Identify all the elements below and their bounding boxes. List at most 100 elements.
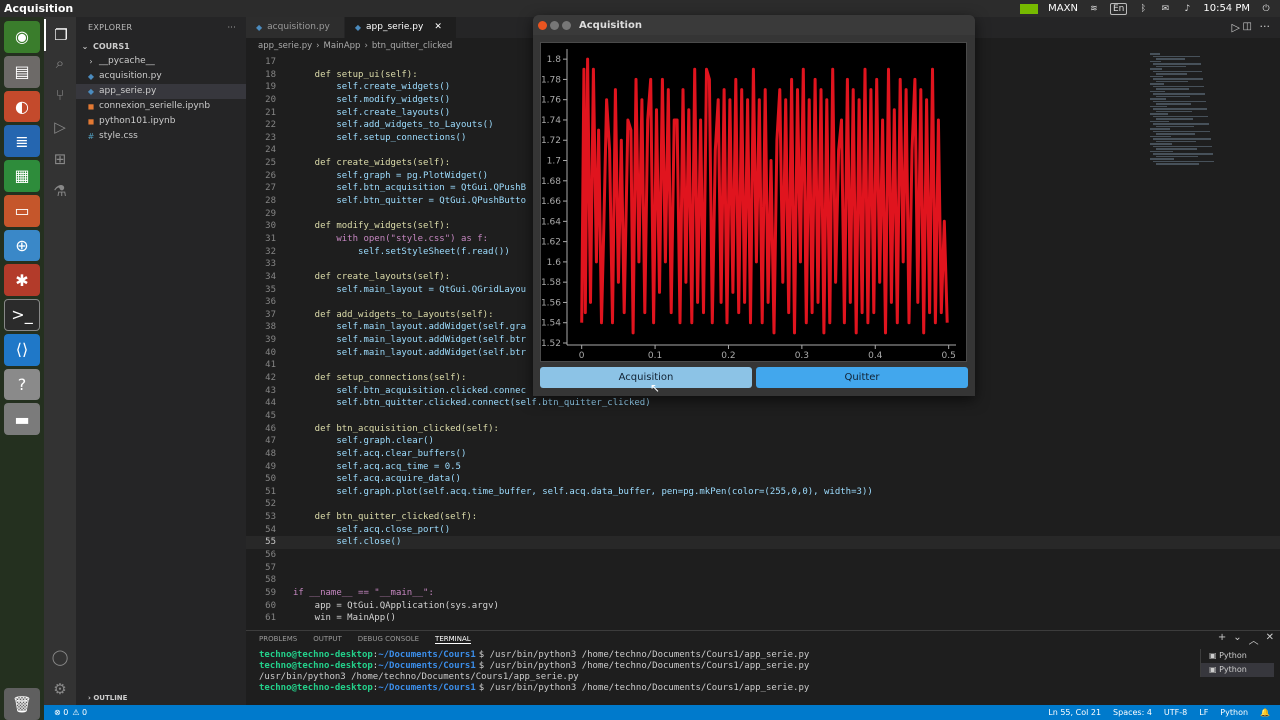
more-actions-icon[interactable]: ··· bbox=[1260, 20, 1271, 33]
account-icon[interactable]: ◯ bbox=[44, 641, 76, 673]
code-line[interactable]: 49 self.acq.acq_time = 0.5 bbox=[246, 461, 1280, 474]
line-number: 33 bbox=[265, 259, 276, 270]
firefox-icon[interactable]: ◐ bbox=[4, 90, 40, 123]
impress-icon[interactable]: ▭ bbox=[4, 194, 40, 227]
more-actions-icon[interactable]: ··· bbox=[227, 17, 236, 39]
file-tree-item[interactable]: ◆ app_serie.py bbox=[76, 84, 246, 99]
bluetooth-icon[interactable]: ᛒ bbox=[1137, 3, 1149, 15]
code-line[interactable]: 60 app = QtGui.QApplication(sys.argv) bbox=[246, 600, 1280, 613]
close-tab-icon[interactable]: ✕ bbox=[434, 17, 442, 38]
files-icon[interactable]: ▤ bbox=[4, 55, 40, 88]
file-tree-item[interactable]: ◆ acquisition.py bbox=[76, 69, 246, 84]
code-line[interactable]: 61 win = MainApp() bbox=[246, 612, 1280, 625]
writer-icon[interactable]: ≣ bbox=[4, 125, 40, 157]
file-tree-item[interactable]: › __pycache__ bbox=[76, 54, 246, 69]
line-ending[interactable]: LF bbox=[1199, 708, 1208, 717]
tab-acquisition-py[interactable]: ◆ acquisition.py bbox=[246, 17, 345, 38]
code-line[interactable]: 58 bbox=[246, 574, 1280, 587]
code-line[interactable]: 56 bbox=[246, 549, 1280, 562]
code-line[interactable]: 44 self.btn_quitter.clicked.connect(self… bbox=[246, 397, 1280, 410]
cursor-position[interactable]: Ln 55, Col 21 bbox=[1048, 708, 1101, 717]
settings-icon[interactable]: ✱ bbox=[4, 264, 40, 296]
help-icon[interactable]: ? bbox=[4, 368, 40, 401]
file-tree-item[interactable]: ◼ connexion_serielle.ipynb bbox=[76, 99, 246, 114]
close-panel-icon[interactable]: ✕ bbox=[1266, 632, 1274, 647]
code-text: def modify_widgets(self): bbox=[293, 221, 451, 232]
calc-icon[interactable]: ▦ bbox=[4, 160, 40, 192]
run-debug-icon[interactable]: ▷ bbox=[44, 111, 76, 143]
tab-problems[interactable]: PROBLEMS bbox=[259, 635, 297, 643]
run-icon[interactable]: ▷ bbox=[1232, 21, 1240, 34]
breadcrumb-file[interactable]: app_serie.py bbox=[258, 38, 312, 54]
breadcrumb-class[interactable]: MainApp bbox=[324, 38, 361, 54]
wifi-icon[interactable]: ≋ bbox=[1088, 3, 1100, 15]
software-center-icon[interactable]: ⊕ bbox=[4, 229, 40, 262]
errors-count[interactable]: ⊗ 0 bbox=[54, 708, 68, 717]
code-text: self.main_layout.addWidget(self.gra bbox=[293, 322, 526, 333]
line-number: 57 bbox=[265, 562, 276, 573]
manage-gear-icon[interactable]: ⚙ bbox=[44, 673, 76, 705]
search-icon[interactable]: ⌕ bbox=[44, 47, 76, 79]
trash-icon[interactable]: 🗑 bbox=[4, 688, 40, 720]
code-line[interactable]: 48 self.acq.clear_buffers() bbox=[246, 448, 1280, 461]
code-line[interactable]: 55 self.close() bbox=[246, 536, 1280, 549]
breadcrumb-method[interactable]: btn_quitter_clicked bbox=[372, 38, 452, 54]
tab-debug-console[interactable]: DEBUG CONSOLE bbox=[358, 635, 419, 643]
line-number: 19 bbox=[265, 82, 276, 93]
terminal-command: $ /usr/bin/python3 /home/techno/Document… bbox=[478, 650, 810, 660]
outline-section[interactable]: › OUTLINE bbox=[76, 691, 246, 705]
terminal-icon[interactable]: >_ bbox=[4, 299, 40, 331]
y-tick-label: 1.56 bbox=[541, 298, 561, 308]
split-editor-icon[interactable]: ◫ bbox=[1243, 21, 1252, 32]
keyboard-layout[interactable]: En bbox=[1109, 2, 1128, 15]
file-tree-item[interactable]: ◼ python101.ipynb bbox=[76, 114, 246, 129]
drive-icon[interactable]: ▬ bbox=[4, 403, 40, 436]
quitter-button[interactable]: Quitter bbox=[756, 367, 968, 388]
acquisition-button[interactable]: Acquisition bbox=[540, 367, 752, 388]
code-line[interactable]: 47 self.graph.clear() bbox=[246, 435, 1280, 448]
code-line[interactable]: 59 if __name__ == "__main__": bbox=[246, 587, 1280, 600]
warnings-count[interactable]: ⚠ 0 bbox=[72, 708, 87, 717]
ubuntu-logo-icon[interactable]: ◉ bbox=[4, 21, 40, 53]
clock[interactable]: 10:54 PM bbox=[1203, 3, 1250, 14]
testing-icon[interactable]: ⚗ bbox=[44, 175, 76, 207]
code-line[interactable]: 57 bbox=[246, 562, 1280, 575]
vscode-icon[interactable]: ⟨⟩ bbox=[4, 333, 40, 366]
maximize-panel-icon[interactable]: ︿ bbox=[1249, 632, 1259, 647]
code-line[interactable]: 54 self.acq.close_port() bbox=[246, 524, 1280, 537]
code-line[interactable]: 46 def btn_acquisition_clicked(self): bbox=[246, 423, 1280, 436]
code-line[interactable]: 53 def btn_quitter_clicked(self): bbox=[246, 511, 1280, 524]
code-line[interactable]: 45 bbox=[246, 410, 1280, 423]
terminal-instance[interactable]: ▣ Python bbox=[1201, 663, 1274, 677]
nvidia-icon[interactable] bbox=[1020, 3, 1039, 14]
minimize-window-icon[interactable] bbox=[550, 20, 559, 30]
indentation[interactable]: Spaces: 4 bbox=[1113, 708, 1152, 717]
terminal-output[interactable]: techno@techno-desktop:~/Documents/Cours1… bbox=[259, 650, 809, 694]
bell-icon[interactable]: 🔔 bbox=[1260, 708, 1270, 717]
code-line[interactable]: 52 bbox=[246, 498, 1280, 511]
encoding[interactable]: UTF-8 bbox=[1164, 708, 1187, 717]
terminal-instance[interactable]: ▣ Python bbox=[1201, 649, 1274, 663]
minimap[interactable] bbox=[1150, 53, 1220, 165]
tab-app-serie-py[interactable]: ◆ app_serie.py ✕ bbox=[344, 17, 457, 38]
file-tree-item[interactable]: # style.css bbox=[76, 129, 246, 144]
terminal-path: ~/Documents/Cours1 bbox=[378, 661, 476, 671]
code-line[interactable]: 51 self.graph.plot(self.acq.time_buffer,… bbox=[246, 486, 1280, 499]
code-line[interactable]: 50 self.acq.acquire_data() bbox=[246, 473, 1280, 486]
plot-widget[interactable]: 1.52 1.54 1.56 1.58 1.6 1.62 1.64 1.66 1.68 1.7 1.… bbox=[540, 42, 967, 362]
tab-output[interactable]: OUTPUT bbox=[313, 635, 342, 643]
new-terminal-icon[interactable]: + bbox=[1218, 632, 1226, 647]
close-window-icon[interactable] bbox=[538, 20, 547, 30]
maximize-window-icon[interactable] bbox=[562, 20, 571, 30]
window-titlebar[interactable]: Acquisition bbox=[533, 15, 975, 35]
extensions-icon[interactable]: ⊞ bbox=[44, 143, 76, 175]
mail-icon[interactable]: ✉ bbox=[1159, 3, 1171, 15]
tab-terminal[interactable]: TERMINAL bbox=[435, 635, 471, 644]
network-label[interactable]: MAXN bbox=[1048, 3, 1078, 14]
volume-icon[interactable]: ♪ bbox=[1181, 3, 1193, 15]
chevron-down-icon[interactable]: ⌄ bbox=[1233, 632, 1241, 647]
language-mode[interactable]: Python bbox=[1220, 708, 1248, 717]
workspace-folder[interactable]: ⌄ COURS1 bbox=[76, 39, 246, 54]
source-control-icon[interactable]: ⑂ bbox=[44, 79, 76, 111]
power-icon[interactable]: ⏻ bbox=[1260, 3, 1272, 15]
